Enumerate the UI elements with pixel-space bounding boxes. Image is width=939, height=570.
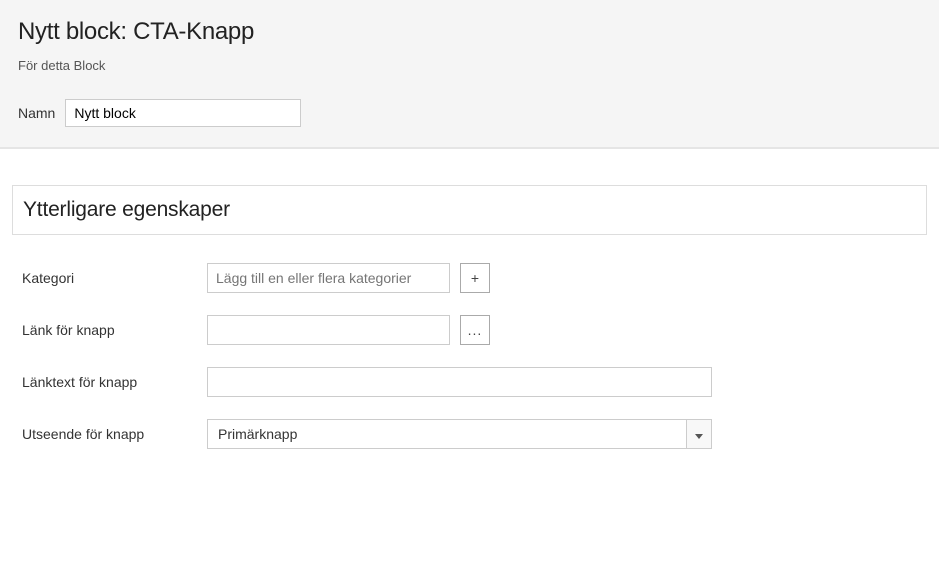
row-utseende: Utseende för knapp Primärknapp xyxy=(22,419,917,449)
kategori-input[interactable] xyxy=(207,263,450,293)
kategori-label: Kategori xyxy=(22,270,207,286)
row-kategori: Kategori + xyxy=(22,263,917,293)
main: Ytterligare egenskaper Kategori + Länk f… xyxy=(0,149,939,449)
utseende-selected: Primärknapp xyxy=(207,419,686,449)
browse-link-button[interactable]: ... xyxy=(460,315,490,345)
linktext-input[interactable] xyxy=(207,367,712,397)
add-category-button[interactable]: + xyxy=(460,263,490,293)
utseende-label: Utseende för knapp xyxy=(22,426,207,442)
linktext-label: Länktext för knapp xyxy=(22,374,207,390)
link-input[interactable] xyxy=(207,315,450,345)
name-input[interactable] xyxy=(65,99,301,127)
row-link: Länk för knapp ... xyxy=(22,315,917,345)
form-area: Kategori + Länk för knapp ... Länktext f… xyxy=(12,235,927,449)
utseende-dropdown[interactable]: Primärknapp xyxy=(207,419,712,449)
name-row: Namn xyxy=(18,99,921,127)
name-label: Namn xyxy=(18,105,55,121)
link-label: Länk för knapp xyxy=(22,322,207,338)
chevron-down-icon xyxy=(695,426,703,442)
header: Nytt block: CTA-Knapp För detta Block Na… xyxy=(0,0,939,149)
row-linktext: Länktext för knapp xyxy=(22,367,917,397)
section-title: Ytterligare egenskaper xyxy=(12,185,927,235)
page-title: Nytt block: CTA-Knapp xyxy=(18,18,921,46)
page-subtitle: För detta Block xyxy=(18,58,921,73)
utseende-dropdown-toggle[interactable] xyxy=(686,419,712,449)
